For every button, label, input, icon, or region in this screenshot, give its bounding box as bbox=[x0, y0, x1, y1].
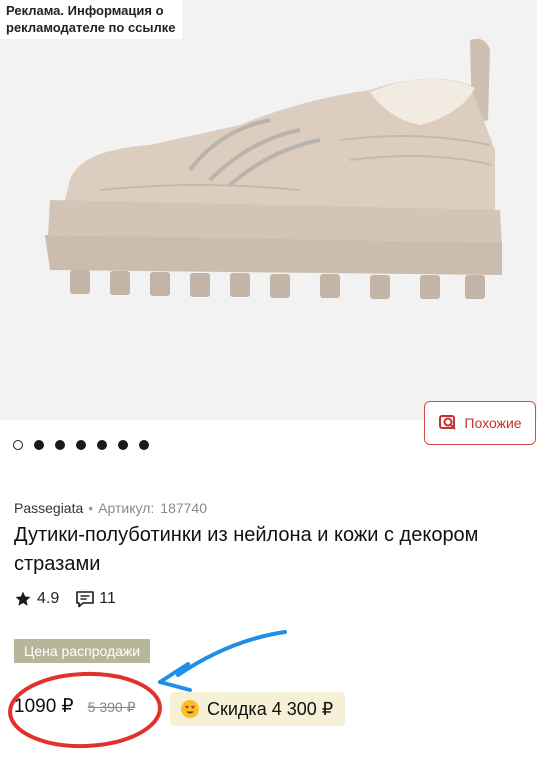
heart-eyes-emoji-icon bbox=[181, 700, 199, 718]
similar-button-label: Похожие bbox=[464, 415, 522, 431]
old-price: 5 390 ₽ bbox=[87, 699, 136, 715]
ad-notice-line1: Реклама. Информация о bbox=[6, 3, 164, 18]
product-meta: Passegiata • Артикул: 187740 bbox=[14, 500, 207, 516]
similar-button[interactable]: Похожие bbox=[424, 401, 536, 445]
price-block: 1090 ₽ 5 390 ₽ bbox=[14, 695, 135, 718]
gallery-dot[interactable] bbox=[97, 440, 107, 450]
comment-icon bbox=[76, 591, 95, 608]
gallery-dot[interactable] bbox=[34, 440, 44, 450]
gallery-dot[interactable] bbox=[118, 440, 128, 450]
product-image-area[interactable]: Реклама. Информация о рекламодателе по с… bbox=[0, 0, 537, 420]
discount-badge[interactable]: Скидка 4 300 ₽ bbox=[170, 692, 346, 726]
current-price: 1090 ₽ bbox=[14, 696, 74, 717]
article-value: 187740 bbox=[160, 500, 207, 516]
annotation-arrow-line bbox=[176, 630, 287, 677]
product-image bbox=[45, 38, 502, 299]
similar-search-icon bbox=[439, 415, 457, 430]
rating-row[interactable]: 4.9 11 bbox=[14, 590, 116, 608]
star-icon bbox=[15, 591, 31, 606]
reviews-count: 11 bbox=[99, 590, 116, 607]
rating-value: 4.9 bbox=[37, 590, 60, 607]
gallery-dot[interactable] bbox=[76, 440, 86, 450]
gallery-dot[interactable] bbox=[13, 440, 23, 450]
gallery-pagination[interactable] bbox=[13, 440, 149, 450]
annotation-arrow-head bbox=[158, 662, 192, 692]
brand-link[interactable]: Passegiata bbox=[14, 500, 83, 516]
gallery-dot[interactable] bbox=[139, 440, 149, 450]
sale-price-badge: Цена распродажи bbox=[14, 639, 151, 663]
meta-separator: • bbox=[88, 500, 94, 516]
article-label: Артикул: bbox=[98, 500, 155, 516]
discount-label: Скидка 4 300 ₽ bbox=[207, 698, 334, 719]
product-title: Дутики-полуботинки из нейлона и кожи с д… bbox=[14, 524, 479, 575]
gallery-dot[interactable] bbox=[55, 440, 65, 450]
